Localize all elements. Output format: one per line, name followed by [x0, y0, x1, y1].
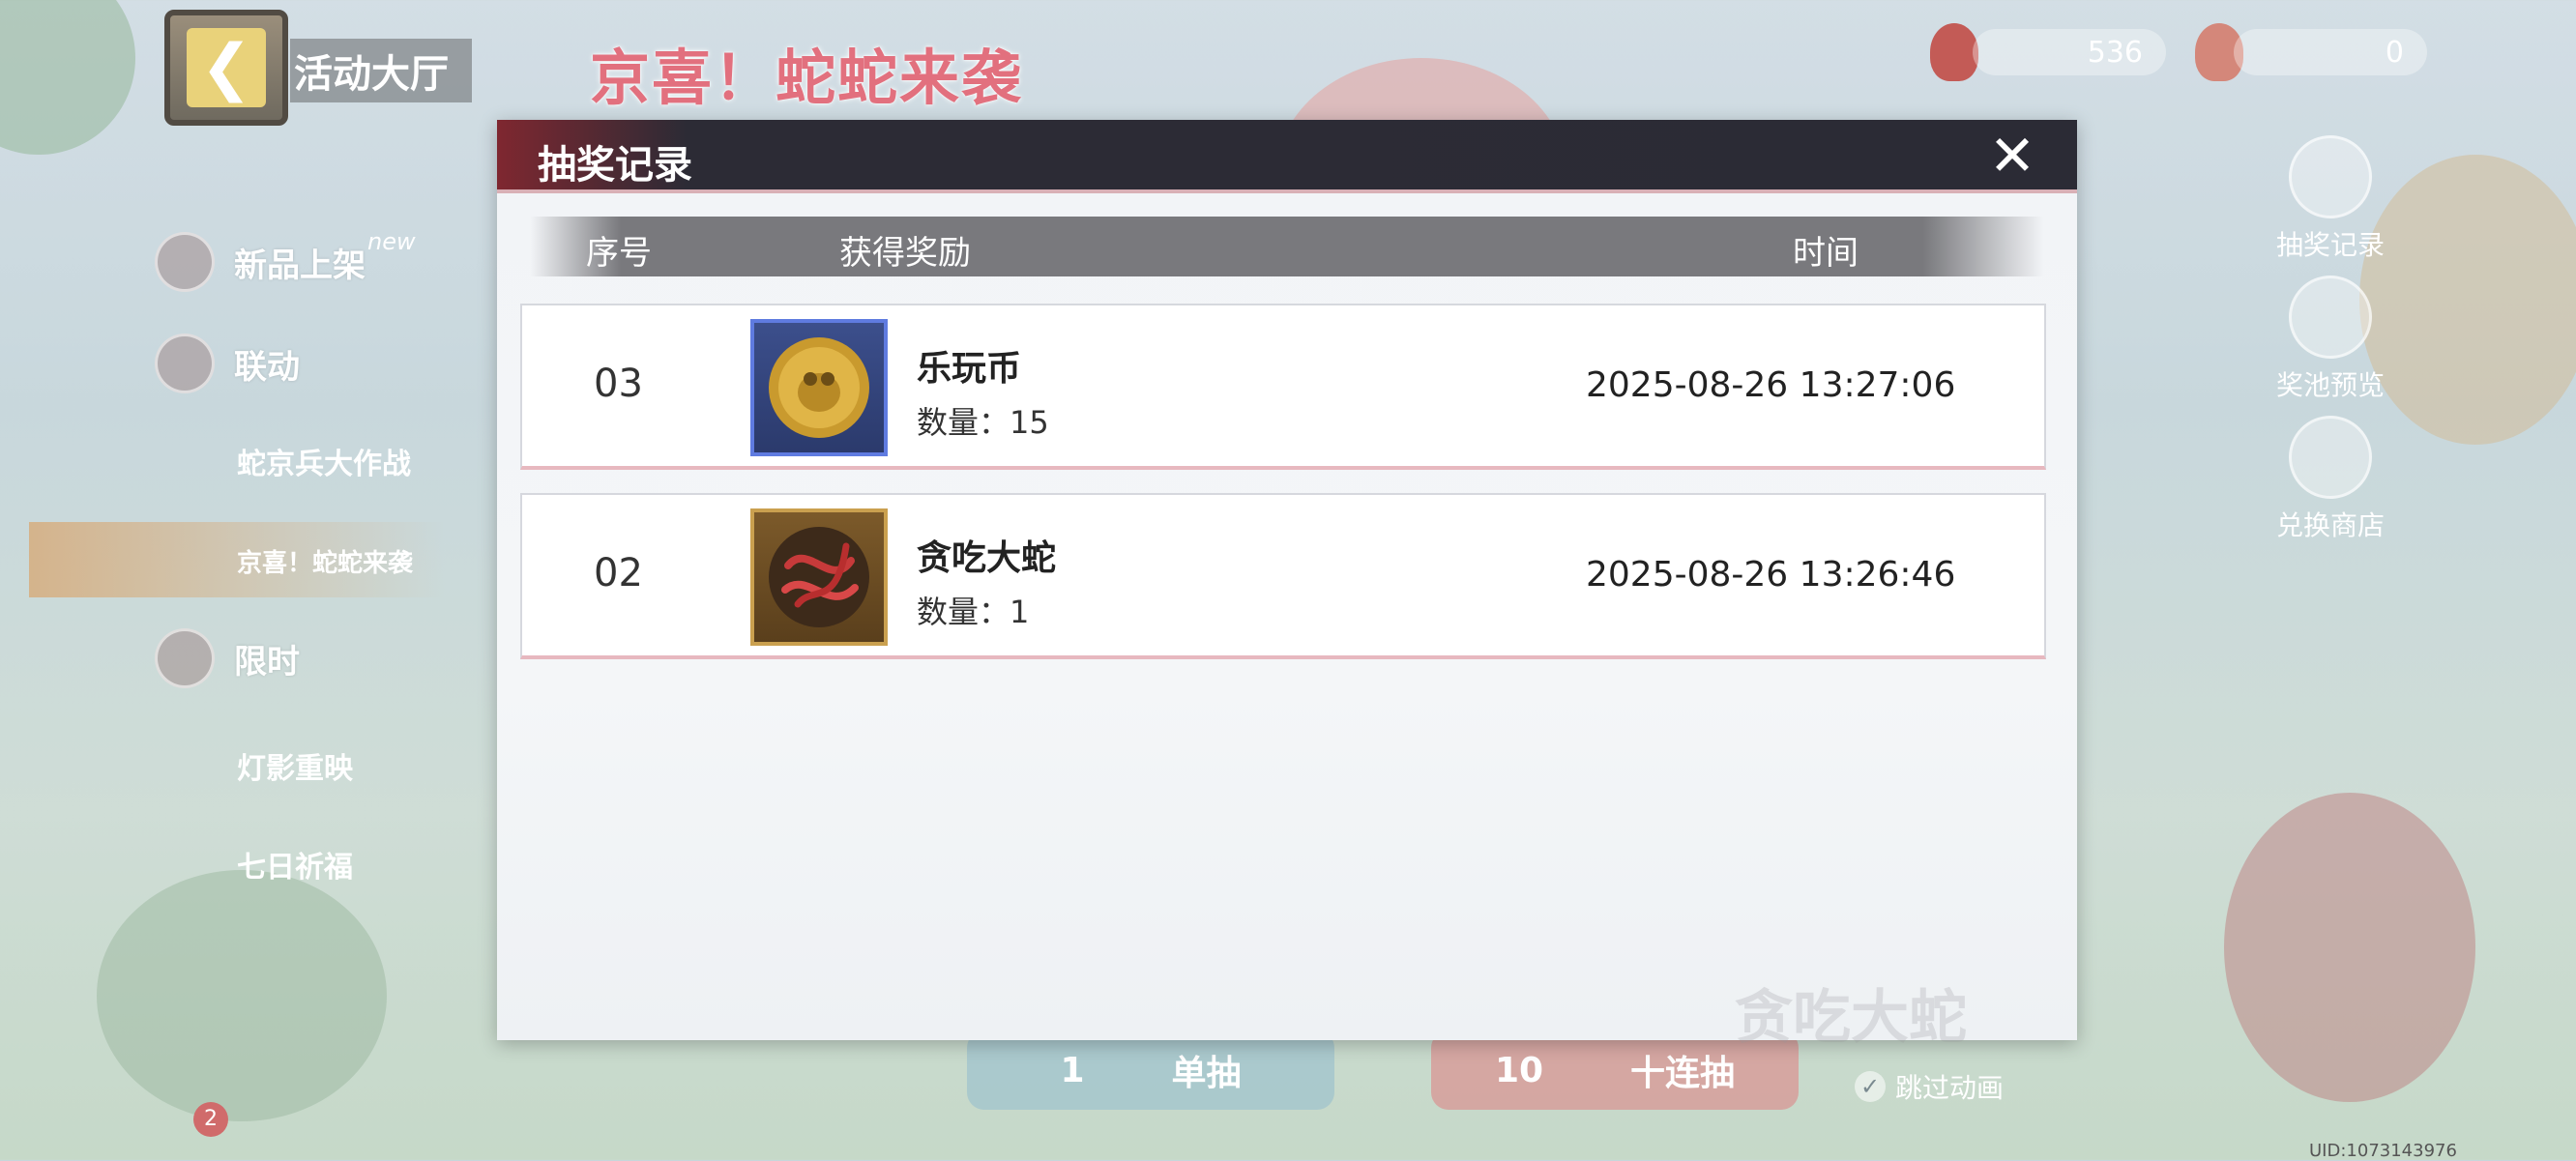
red-snake-icon[interactable] [750, 508, 888, 646]
currency-2-counter: 0 [2234, 29, 2427, 75]
back-button[interactable]: ❮ [164, 10, 288, 126]
dialog-header: 抽奖记录 ✕ [497, 120, 2077, 193]
sidebar-item-snake-event[interactable]: 京喜！蛇蛇来袭 [237, 543, 413, 579]
new-products-icon [155, 232, 215, 292]
row-seq: 02 [594, 551, 643, 595]
reward-quantity: 数量：15 [917, 404, 1049, 441]
pool-preview-icon [2289, 276, 2372, 359]
new-tag: new [367, 228, 416, 255]
reward-name: 乐玩币 [917, 349, 1022, 389]
reward-time: 2025-08-26 13:27:06 [1586, 365, 1956, 405]
exchange-shop-icon [2289, 416, 2372, 499]
sidebar-item-lantern[interactable]: 灯影重映 [237, 744, 353, 787]
sidebar-item-label: 新品上架 [234, 246, 366, 285]
reward-quantity: 数量：1 [917, 594, 1030, 630]
column-header-time: 时间 [1793, 234, 1859, 273]
ten-draw-label: 十连抽 [1630, 1054, 1736, 1093]
reward-name: 贪吃大蛇 [917, 538, 1057, 578]
close-icon[interactable]: ✕ [1984, 128, 2040, 184]
single-draw-label: 单抽 [1171, 1054, 1242, 1093]
sidebar-item-prayer[interactable]: 七日祈福 [237, 843, 353, 885]
right-menu-label: 抽奖记录 [2275, 229, 2385, 261]
sidebar-item-new-products[interactable]: 新品上架 [155, 232, 366, 292]
coin-icon[interactable] [750, 319, 888, 456]
event-banner-title: 京喜！蛇蛇来袭 [590, 43, 1024, 113]
ten-draw-count: 10 [1494, 1050, 1544, 1090]
currency-1-icon [1930, 23, 1978, 81]
collab-icon [155, 334, 215, 393]
coin-icon-graphic [769, 337, 869, 438]
table-header: 序号 获得奖励 时间 [530, 217, 2044, 276]
red-snake-icon-graphic [769, 527, 869, 627]
right-menu-exchange-shop[interactable]: 兑换商店 [2253, 416, 2408, 543]
table-row: 03 乐玩币 数量：15 2025-08-26 13:27:06 [520, 304, 2046, 470]
sidebar-item-collab[interactable]: 联动 [155, 334, 300, 393]
draw-record-icon [2289, 135, 2372, 218]
reward-time: 2025-08-26 13:26:46 [1586, 555, 1956, 595]
row-seq: 03 [594, 362, 643, 406]
activity-hall-label: 活动大厅 [290, 39, 472, 102]
right-menu-label: 奖池预览 [2275, 369, 2385, 401]
single-draw-count: 1 [1060, 1050, 1085, 1090]
right-menu-label: 兑换商店 [2275, 509, 2385, 541]
back-arrow-icon: ❮ [187, 28, 266, 107]
draw-record-dialog: 贪吃大蛇 抽奖记录 ✕ 序号 获得奖励 时间 03 乐玩币 数量：15 2025… [497, 120, 2077, 1052]
sidebar-item-snake-battle[interactable]: 蛇京兵大作战 [237, 440, 411, 482]
skip-animation-label: 跳过动画 [1895, 1072, 2005, 1104]
dialog-title: 抽奖记录 [538, 143, 692, 188]
sidebar-item-label: 限时 [234, 642, 300, 682]
skip-animation-toggle[interactable]: ✓ 跳过动画 [1855, 1067, 2004, 1106]
clock-icon [155, 628, 215, 688]
column-header-seq: 序号 [586, 234, 652, 273]
single-draw-button[interactable]: 1 单抽 [967, 1030, 1334, 1110]
avatar-badge: 2 [193, 1102, 228, 1137]
sidebar-item-label: 联动 [234, 347, 300, 387]
uid-label: UID:1073143976 [2309, 1141, 2457, 1161]
check-icon: ✓ [1855, 1071, 1886, 1102]
column-header-reward: 获得奖励 [839, 234, 971, 273]
dialog-watermark: 贪吃大蛇 [1735, 984, 1967, 1052]
sidebar-item-limited[interactable]: 限时 [155, 628, 300, 688]
right-menu-draw-record[interactable]: 抽奖记录 [2253, 135, 2408, 263]
table-row: 02 贪吃大蛇 数量：1 2025-08-26 13:26:46 [520, 493, 2046, 659]
currency-1-counter: 536 [1973, 29, 2166, 75]
right-menu-pool-preview[interactable]: 奖池预览 [2253, 276, 2408, 403]
